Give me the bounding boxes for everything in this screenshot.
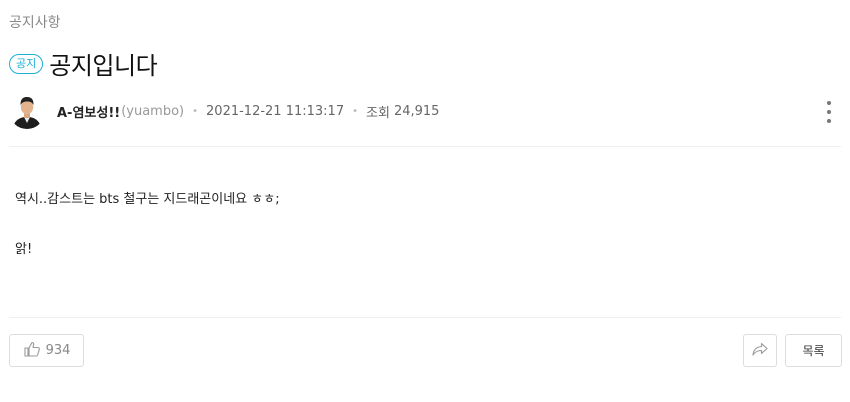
more-vertical-icon[interactable] (826, 101, 832, 123)
share-button[interactable] (743, 334, 777, 367)
post-meta: A-염보성!! (yuambo) • 2021-12-21 11:13:17 •… (9, 92, 841, 130)
content-paragraph: 앍! (15, 242, 33, 257)
footer-divider (9, 317, 841, 318)
meta-separator: • (352, 105, 359, 117)
list-button[interactable]: 목록 (785, 334, 842, 367)
meta-separator: • (192, 105, 199, 117)
author-name[interactable]: A-염보성!! (57, 102, 120, 121)
views-count: 24,915 (393, 103, 440, 119)
like-count: 934 (45, 343, 71, 358)
post-title: 공지입니다 (49, 52, 158, 80)
header-divider (9, 146, 841, 147)
title-row: 공지 공지입니다 (9, 46, 158, 81)
post-date: 2021-12-21 11:13:17 (206, 103, 345, 119)
thumbs-up-icon (23, 340, 41, 362)
category-breadcrumb[interactable]: 공지사항 (9, 12, 61, 32)
post-content: 역시..감스트는 bts 철구는 지드래곤이네요 ㅎㅎ; 앍! (15, 191, 280, 259)
content-paragraph: 역시..감스트는 bts 철구는 지드래곤이네요 ㅎㅎ; (15, 192, 280, 207)
author-id: (yuambo) (121, 103, 185, 119)
avatar[interactable] (9, 93, 45, 129)
notice-badge: 공지 (9, 53, 44, 74)
like-button[interactable]: 934 (9, 334, 84, 367)
share-icon (751, 340, 769, 362)
views-label: 조회 (366, 105, 390, 121)
